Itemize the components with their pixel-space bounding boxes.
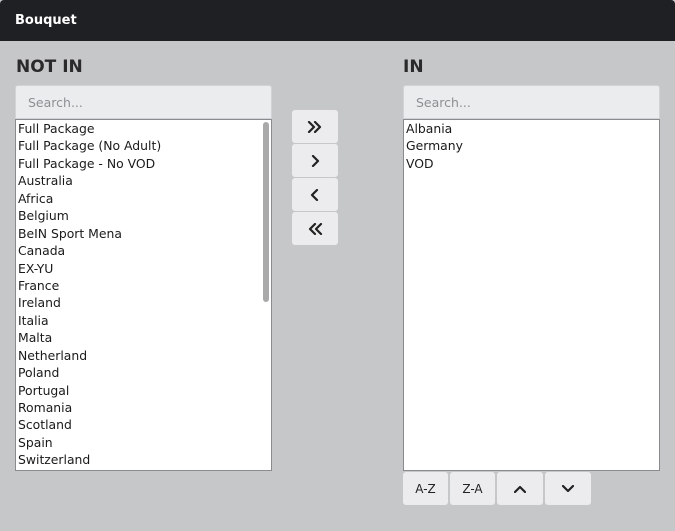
move-up-button[interactable] [497,472,543,505]
list-item[interactable]: VOD [404,155,659,172]
list-item[interactable]: Albania [404,120,659,137]
sort-za-button[interactable]: Z-A [450,472,495,505]
window-title: Bouquet [15,13,77,28]
list-item[interactable]: Netherland [16,347,271,364]
list-item[interactable]: BeIN Sport Mena [16,225,271,242]
chevron-right-icon [310,154,320,167]
remove-selected-button[interactable] [292,178,338,211]
list-item[interactable]: EX-YU [16,260,271,277]
add-selected-button[interactable] [292,144,338,177]
list-item[interactable]: Full Package [16,120,271,137]
list-item[interactable]: Australia [16,172,271,189]
add-all-button[interactable] [292,110,338,143]
sort-za-label: Z-A [462,481,483,496]
list-item[interactable]: Poland [16,364,271,381]
list-item[interactable]: Switzerland [16,451,271,468]
chevron-up-icon [513,482,527,496]
not-in-heading: NOT IN [16,57,83,77]
list-item[interactable]: Africa [16,190,271,207]
chevron-down-icon [561,482,575,496]
window-title-bar: Bouquet [0,0,675,41]
double-chevron-left-icon [307,222,323,235]
not-in-scrollbar[interactable] [263,122,269,302]
list-item[interactable]: Full Package - No VOD [16,155,271,172]
double-chevron-right-icon [307,120,323,133]
in-search-input[interactable] [403,85,660,119]
list-item[interactable]: Spain [16,434,271,451]
list-item[interactable]: Italia [16,312,271,329]
not-in-listbox[interactable]: Full Package Full Package (No Adult) Full … [15,119,272,471]
sort-az-button[interactable]: A-Z [403,472,448,505]
list-item[interactable]: Germany [404,137,659,154]
chevron-left-icon [310,188,320,201]
not-in-search-input[interactable] [15,85,272,119]
list-item[interactable]: Ireland [16,294,271,311]
list-item[interactable]: Canada [16,242,271,259]
remove-all-button[interactable] [292,212,338,245]
list-item[interactable]: Full Package (No Adult) [16,137,271,154]
in-heading: IN [403,57,424,77]
list-item[interactable]: Belgium [16,207,271,224]
list-item[interactable]: Romania [16,399,271,416]
list-item[interactable]: Scotland [16,416,271,433]
list-item[interactable]: Portugal [16,382,271,399]
move-down-button[interactable] [545,472,591,505]
list-item[interactable]: France [16,277,271,294]
in-listbox[interactable]: Albania Germany VOD [403,119,660,471]
sort-az-label: A-Z [415,481,436,496]
list-item[interactable]: Malta [16,329,271,346]
